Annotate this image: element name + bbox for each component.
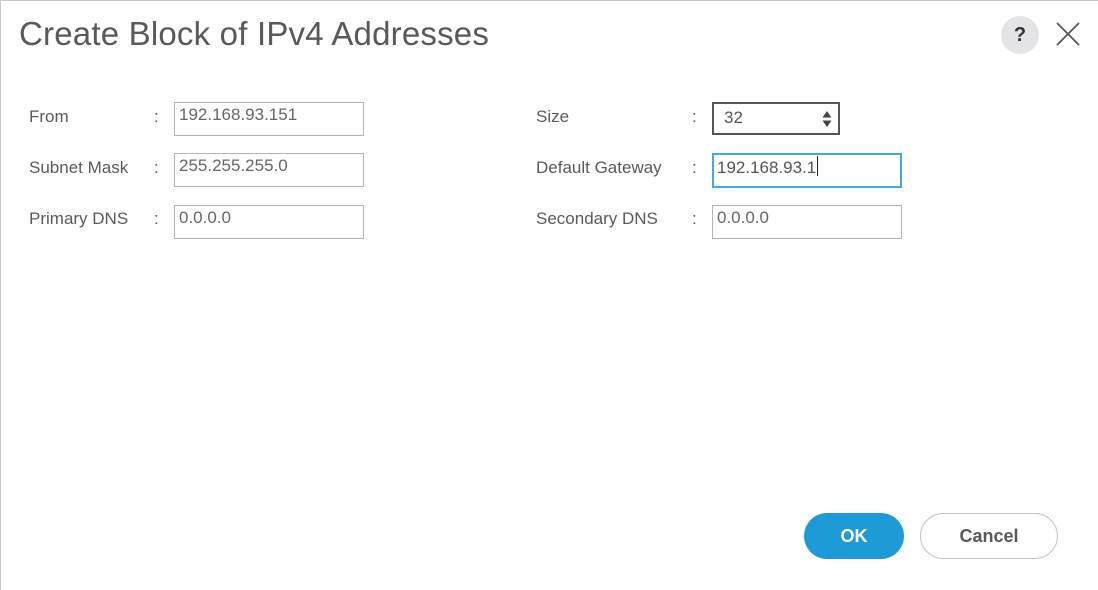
dialog-title: Create Block of IPv4 Addresses (19, 15, 490, 52)
subnet-mask-input[interactable]: 255.255.255.0 (174, 153, 364, 187)
secondary-dns-label: Secondary DNS (536, 209, 658, 228)
default-gateway-label: Default Gateway (536, 158, 662, 177)
primary-dns-input[interactable]: 0.0.0.0 (174, 205, 364, 239)
from-colon: : (154, 107, 159, 126)
stepper-arrows-icon[interactable] (822, 110, 832, 128)
size-colon: : (692, 107, 697, 126)
close-button[interactable] (1053, 19, 1083, 49)
secondary-dns-value: 0.0.0.0 (717, 208, 769, 227)
ok-button[interactable]: OK (804, 513, 904, 559)
subnet-mask-colon: : (154, 158, 159, 177)
text-cursor (817, 156, 819, 176)
from-input[interactable]: 192.168.93.151 (174, 102, 364, 136)
cancel-button[interactable]: Cancel (920, 513, 1058, 559)
question-mark-icon: ? (1013, 23, 1027, 46)
primary-dns-label: Primary DNS (29, 209, 129, 228)
primary-dns-colon: : (154, 209, 159, 228)
secondary-dns-input[interactable]: 0.0.0.0 (712, 205, 902, 239)
size-value: 32 (724, 108, 743, 127)
from-label: From (29, 107, 69, 126)
subnet-mask-value: 255.255.255.0 (179, 156, 288, 175)
size-stepper[interactable]: 32 (712, 102, 840, 135)
primary-dns-value: 0.0.0.0 (179, 208, 231, 227)
default-gateway-input[interactable]: 192.168.93.1 (712, 153, 902, 188)
size-label: Size (536, 107, 570, 126)
from-value: 192.168.93.151 (179, 105, 298, 124)
create-ip-block-dialog: Create Block of IPv4 Addresses ? From : … (0, 0, 1098, 590)
secondary-dns-colon: : (692, 209, 697, 228)
close-x-icon (1056, 22, 1080, 46)
default-gateway-colon: : (692, 158, 697, 177)
help-button[interactable]: ? (1001, 16, 1039, 54)
subnet-mask-label: Subnet Mask (29, 158, 129, 177)
default-gateway-value: 192.168.93.1 (717, 158, 817, 177)
